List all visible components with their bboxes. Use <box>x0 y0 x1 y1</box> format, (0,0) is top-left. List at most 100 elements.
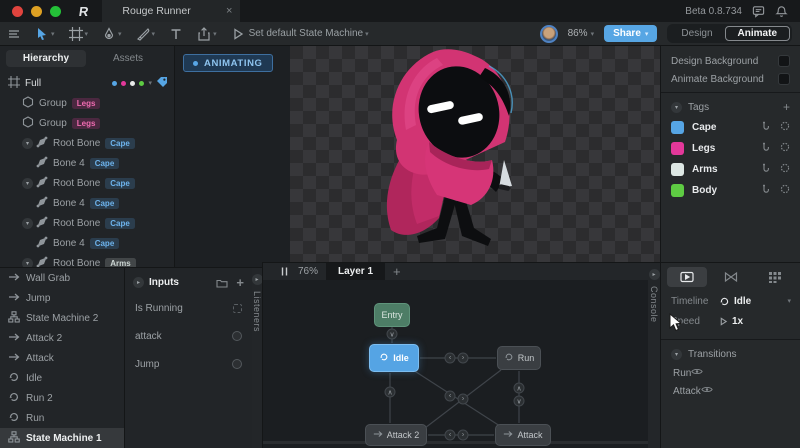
inputs-folder-icon[interactable] <box>216 278 228 288</box>
tab-assets[interactable]: Assets <box>88 50 168 67</box>
feedback-icon[interactable] <box>752 5 765 18</box>
menu-button[interactable] <box>0 22 28 46</box>
state-machine-item[interactable]: State Machine 1 <box>0 428 124 448</box>
select-tag-icon[interactable] <box>761 121 771 134</box>
hierarchy-row[interactable]: ▾ Root Bone Cape <box>0 133 174 153</box>
design-background-swatch[interactable] <box>778 55 790 67</box>
minimize-window-button[interactable] <box>31 5 42 17</box>
state-node-idle[interactable]: Idle <box>369 344 419 372</box>
animation-item[interactable]: Idle <box>0 368 124 388</box>
minimap-toggle-icon[interactable] <box>279 266 290 277</box>
expand-caret-icon[interactable]: ▾ <box>22 137 33 149</box>
animate-background-swatch[interactable] <box>778 73 790 85</box>
animation-item[interactable]: Attack <box>0 348 124 368</box>
close-tab-icon[interactable]: × <box>226 5 232 17</box>
add-layer-icon[interactable]: + <box>393 264 401 279</box>
input-row[interactable]: Jump <box>125 350 252 378</box>
notifications-bell-icon[interactable] <box>775 5 788 18</box>
default-state-machine-label[interactable]: Set default State Machine <box>247 28 364 39</box>
text-tool[interactable] <box>162 22 190 46</box>
transition-condition-icon[interactable]: › <box>457 429 469 441</box>
tag-color-swatch[interactable] <box>671 184 684 197</box>
animate-background-row[interactable]: Animate Background <box>661 70 800 88</box>
transition-row[interactable]: Attack <box>661 382 800 400</box>
hierarchy-row[interactable]: Group Legs <box>0 113 174 133</box>
stage-canvas[interactable]: ANIMATING <box>175 46 660 262</box>
state-node-entry[interactable]: Entry <box>374 303 410 327</box>
knife-tool[interactable]: ▾ <box>129 22 163 46</box>
graph-scrollbar[interactable] <box>263 441 649 444</box>
select-tag-icon[interactable] <box>761 184 771 197</box>
tab-keyed-properties[interactable] <box>755 267 795 287</box>
state-machine-caret-icon[interactable]: ▾ <box>365 30 369 38</box>
design-mode-button[interactable]: Design <box>669 26 724 41</box>
console-strip[interactable]: ▸ Console <box>648 262 660 448</box>
transition-condition-icon[interactable]: ∨ <box>513 395 525 407</box>
hierarchy-row[interactable]: Bone 4 Cape <box>0 193 174 213</box>
tags-caret-icon[interactable]: ▾ <box>671 101 682 113</box>
transition-condition-icon[interactable]: › <box>457 393 469 405</box>
tag-badge[interactable]: Cape <box>89 237 120 249</box>
tag-badge[interactable]: Cape <box>89 157 120 169</box>
state-node-run[interactable]: Run <box>497 346 541 370</box>
tab-hierarchy[interactable]: Hierarchy <box>6 50 86 67</box>
tag-badge[interactable]: Legs <box>71 97 101 109</box>
transition-condition-icon[interactable]: ‹ <box>444 352 456 364</box>
tag-row[interactable]: Body <box>661 180 800 201</box>
tag-row[interactable]: Legs <box>661 138 800 159</box>
tag-badge[interactable]: Cape <box>105 177 135 189</box>
timeline-caret-icon[interactable]: ▾ <box>787 297 791 305</box>
share-button[interactable]: Share ▾ <box>604 25 658 42</box>
animation-item[interactable]: Jump <box>0 288 124 308</box>
zoom-caret-icon[interactable]: ▾ <box>591 30 595 38</box>
visibility-eye-icon[interactable] <box>691 367 704 379</box>
add-input-icon[interactable]: + <box>236 275 244 290</box>
input-row[interactable]: Is Running <box>125 294 252 322</box>
state-machine-item[interactable]: State Machine 2 <box>0 308 124 328</box>
tag-target-icon[interactable] <box>780 142 790 155</box>
tab-interpolation[interactable] <box>711 267 751 287</box>
document-tab[interactable]: Rouge Runner × <box>102 0 241 22</box>
tag-badge[interactable]: Legs <box>71 117 101 129</box>
transition-condition-icon[interactable]: ∧ <box>513 382 525 394</box>
tag-color-swatch[interactable] <box>671 121 684 134</box>
pen-tool-caret-icon[interactable]: ▾ <box>118 30 122 38</box>
select-tag-icon[interactable] <box>761 142 771 155</box>
hierarchy-row[interactable]: ▾ Root Bone Cape <box>0 173 174 193</box>
design-background-row[interactable]: Design Background <box>661 52 800 70</box>
tag-badge[interactable]: Cape <box>105 217 135 229</box>
artboard-tool[interactable]: ▾ <box>62 22 96 46</box>
rogue-character-art[interactable] <box>353 46 573 251</box>
tag-badge[interactable]: Cape <box>105 137 135 149</box>
tab-playback[interactable] <box>667 267 707 287</box>
select-tag-icon[interactable] <box>761 163 771 176</box>
close-window-button[interactable] <box>12 5 23 17</box>
animation-item[interactable]: Wall Grab <box>0 268 124 288</box>
artboard-tool-caret-icon[interactable]: ▾ <box>85 30 89 38</box>
listeners-caret-icon[interactable]: ▸ <box>251 274 263 285</box>
tag-color-swatch[interactable] <box>671 142 684 155</box>
zoom-window-button[interactable] <box>50 5 61 17</box>
graph-layer-tab[interactable]: Layer 1 <box>326 263 386 280</box>
root-caret-icon[interactable]: ▾ <box>148 79 152 87</box>
tag-icon[interactable] <box>156 76 168 91</box>
transition-condition-icon[interactable]: › <box>457 352 469 364</box>
expand-caret-icon[interactable]: ▾ <box>22 177 33 189</box>
transition-condition-icon[interactable]: ∨ <box>386 328 398 340</box>
play-state-machine-button[interactable]: Set default State Machine ▾ <box>224 22 376 46</box>
console-caret-icon[interactable]: ▸ <box>648 269 660 280</box>
input-row[interactable]: attack <box>125 322 252 350</box>
transition-condition-icon[interactable]: ‹ <box>444 429 456 441</box>
pen-tool[interactable]: ▾ <box>95 22 129 46</box>
export-caret-icon[interactable]: ▾ <box>213 30 217 38</box>
listeners-strip[interactable]: ▸ Listeners <box>251 267 263 448</box>
transitions-caret-icon[interactable]: ▾ <box>671 348 682 360</box>
hierarchy-row[interactable]: Full ▾ <box>0 73 174 93</box>
knife-tool-caret-icon[interactable]: ▾ <box>152 30 156 38</box>
trigger-input-button[interactable] <box>232 331 242 341</box>
inputs-caret-icon[interactable]: ▸ <box>133 277 144 288</box>
tag-target-icon[interactable] <box>780 163 790 176</box>
tag-badge[interactable]: Cape <box>89 197 120 209</box>
state-node-attack-2[interactable]: Attack 2 <box>365 424 427 446</box>
timeline-row[interactable]: Timeline Idle ▾ <box>661 291 800 311</box>
